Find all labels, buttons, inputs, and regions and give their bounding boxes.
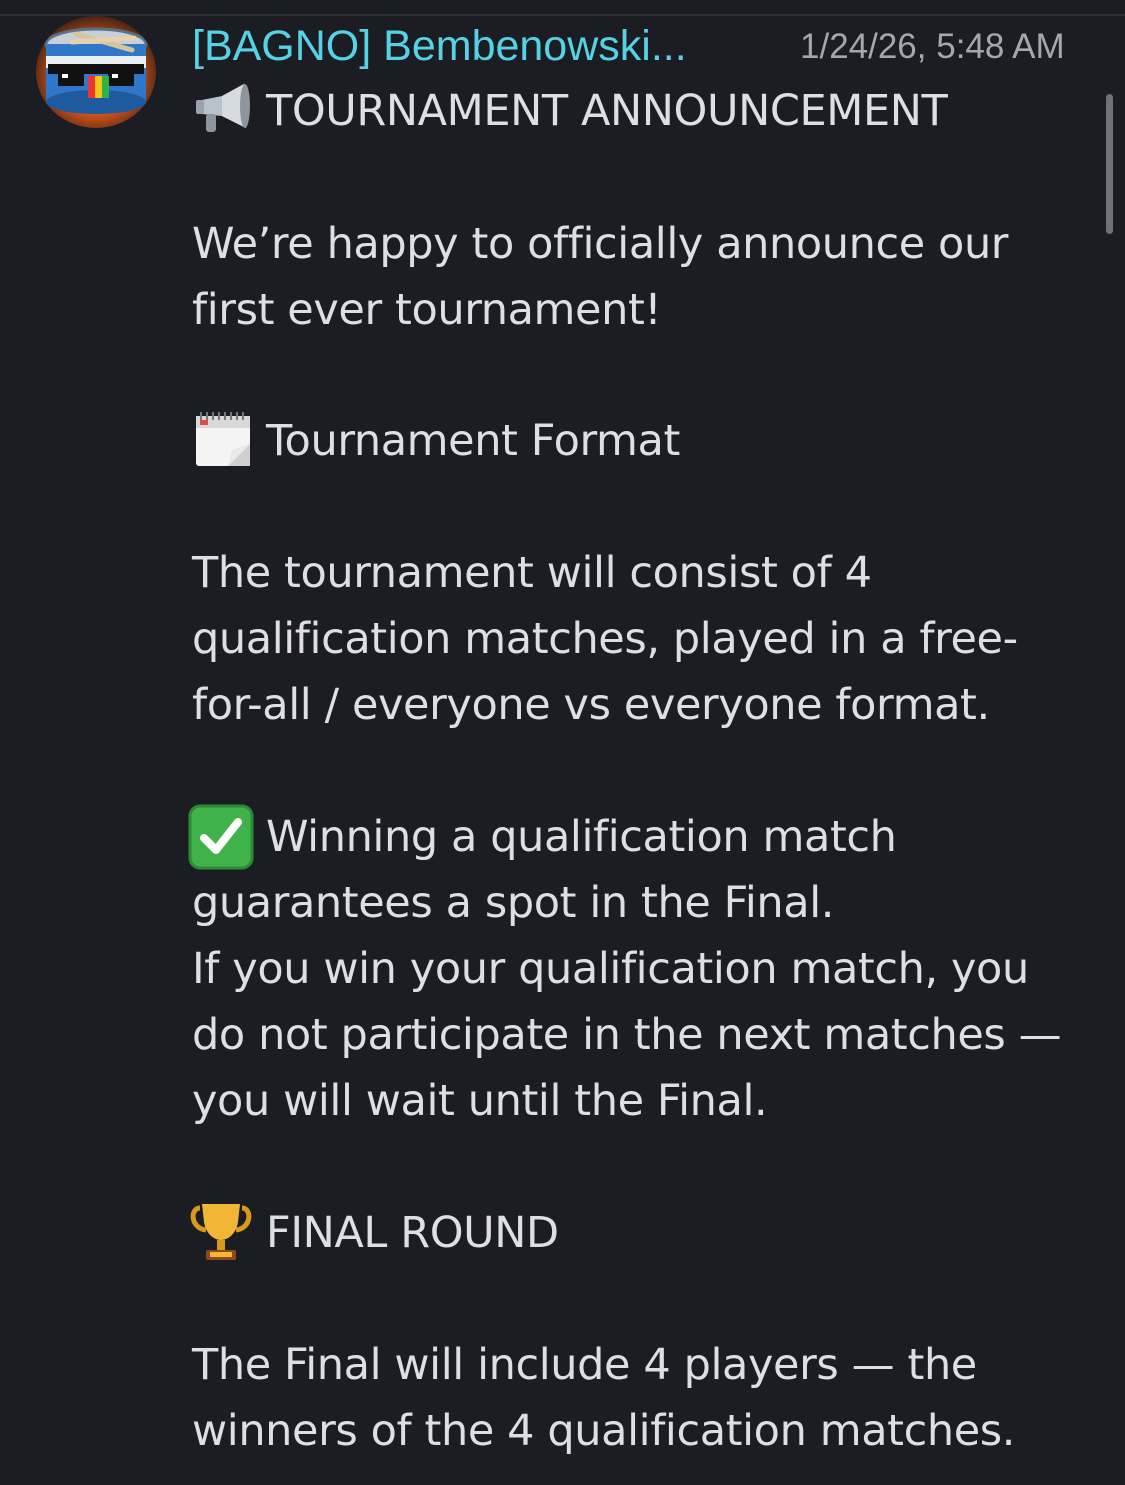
announcement-heading: TOURNAMENT ANNOUNCEMENT	[192, 78, 948, 144]
scrollbar[interactable]	[1106, 94, 1113, 234]
drum-with-pixel-sunglasses-icon	[36, 16, 156, 128]
body-line: you will wait until the Final.	[192, 1076, 768, 1126]
body-line: The tournament will consist of 4	[192, 548, 872, 598]
format-heading: Tournament Format	[192, 408, 680, 474]
body-line: qualification matches, played in a free-	[192, 614, 1018, 664]
winning-line: Winning a qualification match	[188, 804, 897, 870]
body-line: first ever tournament!	[192, 285, 662, 335]
megaphone-icon	[192, 78, 254, 140]
body-line: The Final will include 4 players — the	[192, 1340, 977, 1390]
final-heading: FINAL ROUND	[188, 1200, 559, 1266]
winning-text: Winning a qualification match	[266, 812, 897, 862]
body-line: for-all / everyone vs everyone format.	[192, 680, 990, 730]
trophy-icon	[188, 1200, 254, 1262]
calendar-icon	[192, 408, 254, 470]
body-line: If you win your qualification match, you	[192, 944, 1029, 994]
top-divider	[0, 14, 1125, 16]
body-line: We’re happy to officially announce our	[192, 219, 1009, 269]
body-line: winners of the 4 qualification matches.	[192, 1406, 1016, 1456]
body-line: guarantees a spot in the Final.	[192, 878, 835, 928]
check-mark-button-icon	[188, 804, 254, 870]
body-line: do not participate in the next matches —	[192, 1010, 1062, 1060]
final-title: FINAL ROUND	[266, 1208, 559, 1258]
format-title: Tournament Format	[266, 416, 680, 466]
username[interactable]: [BAGNO] Bembenowski...	[192, 18, 687, 74]
message-timestamp: 1/24/26, 5:48 AM	[800, 27, 1065, 66]
message-header: [BAGNO] Bembenowski... 1/24/26, 5:48 AM	[192, 18, 1092, 74]
announcement-title: TOURNAMENT ANNOUNCEMENT	[266, 86, 948, 136]
user-avatar[interactable]	[36, 16, 156, 128]
